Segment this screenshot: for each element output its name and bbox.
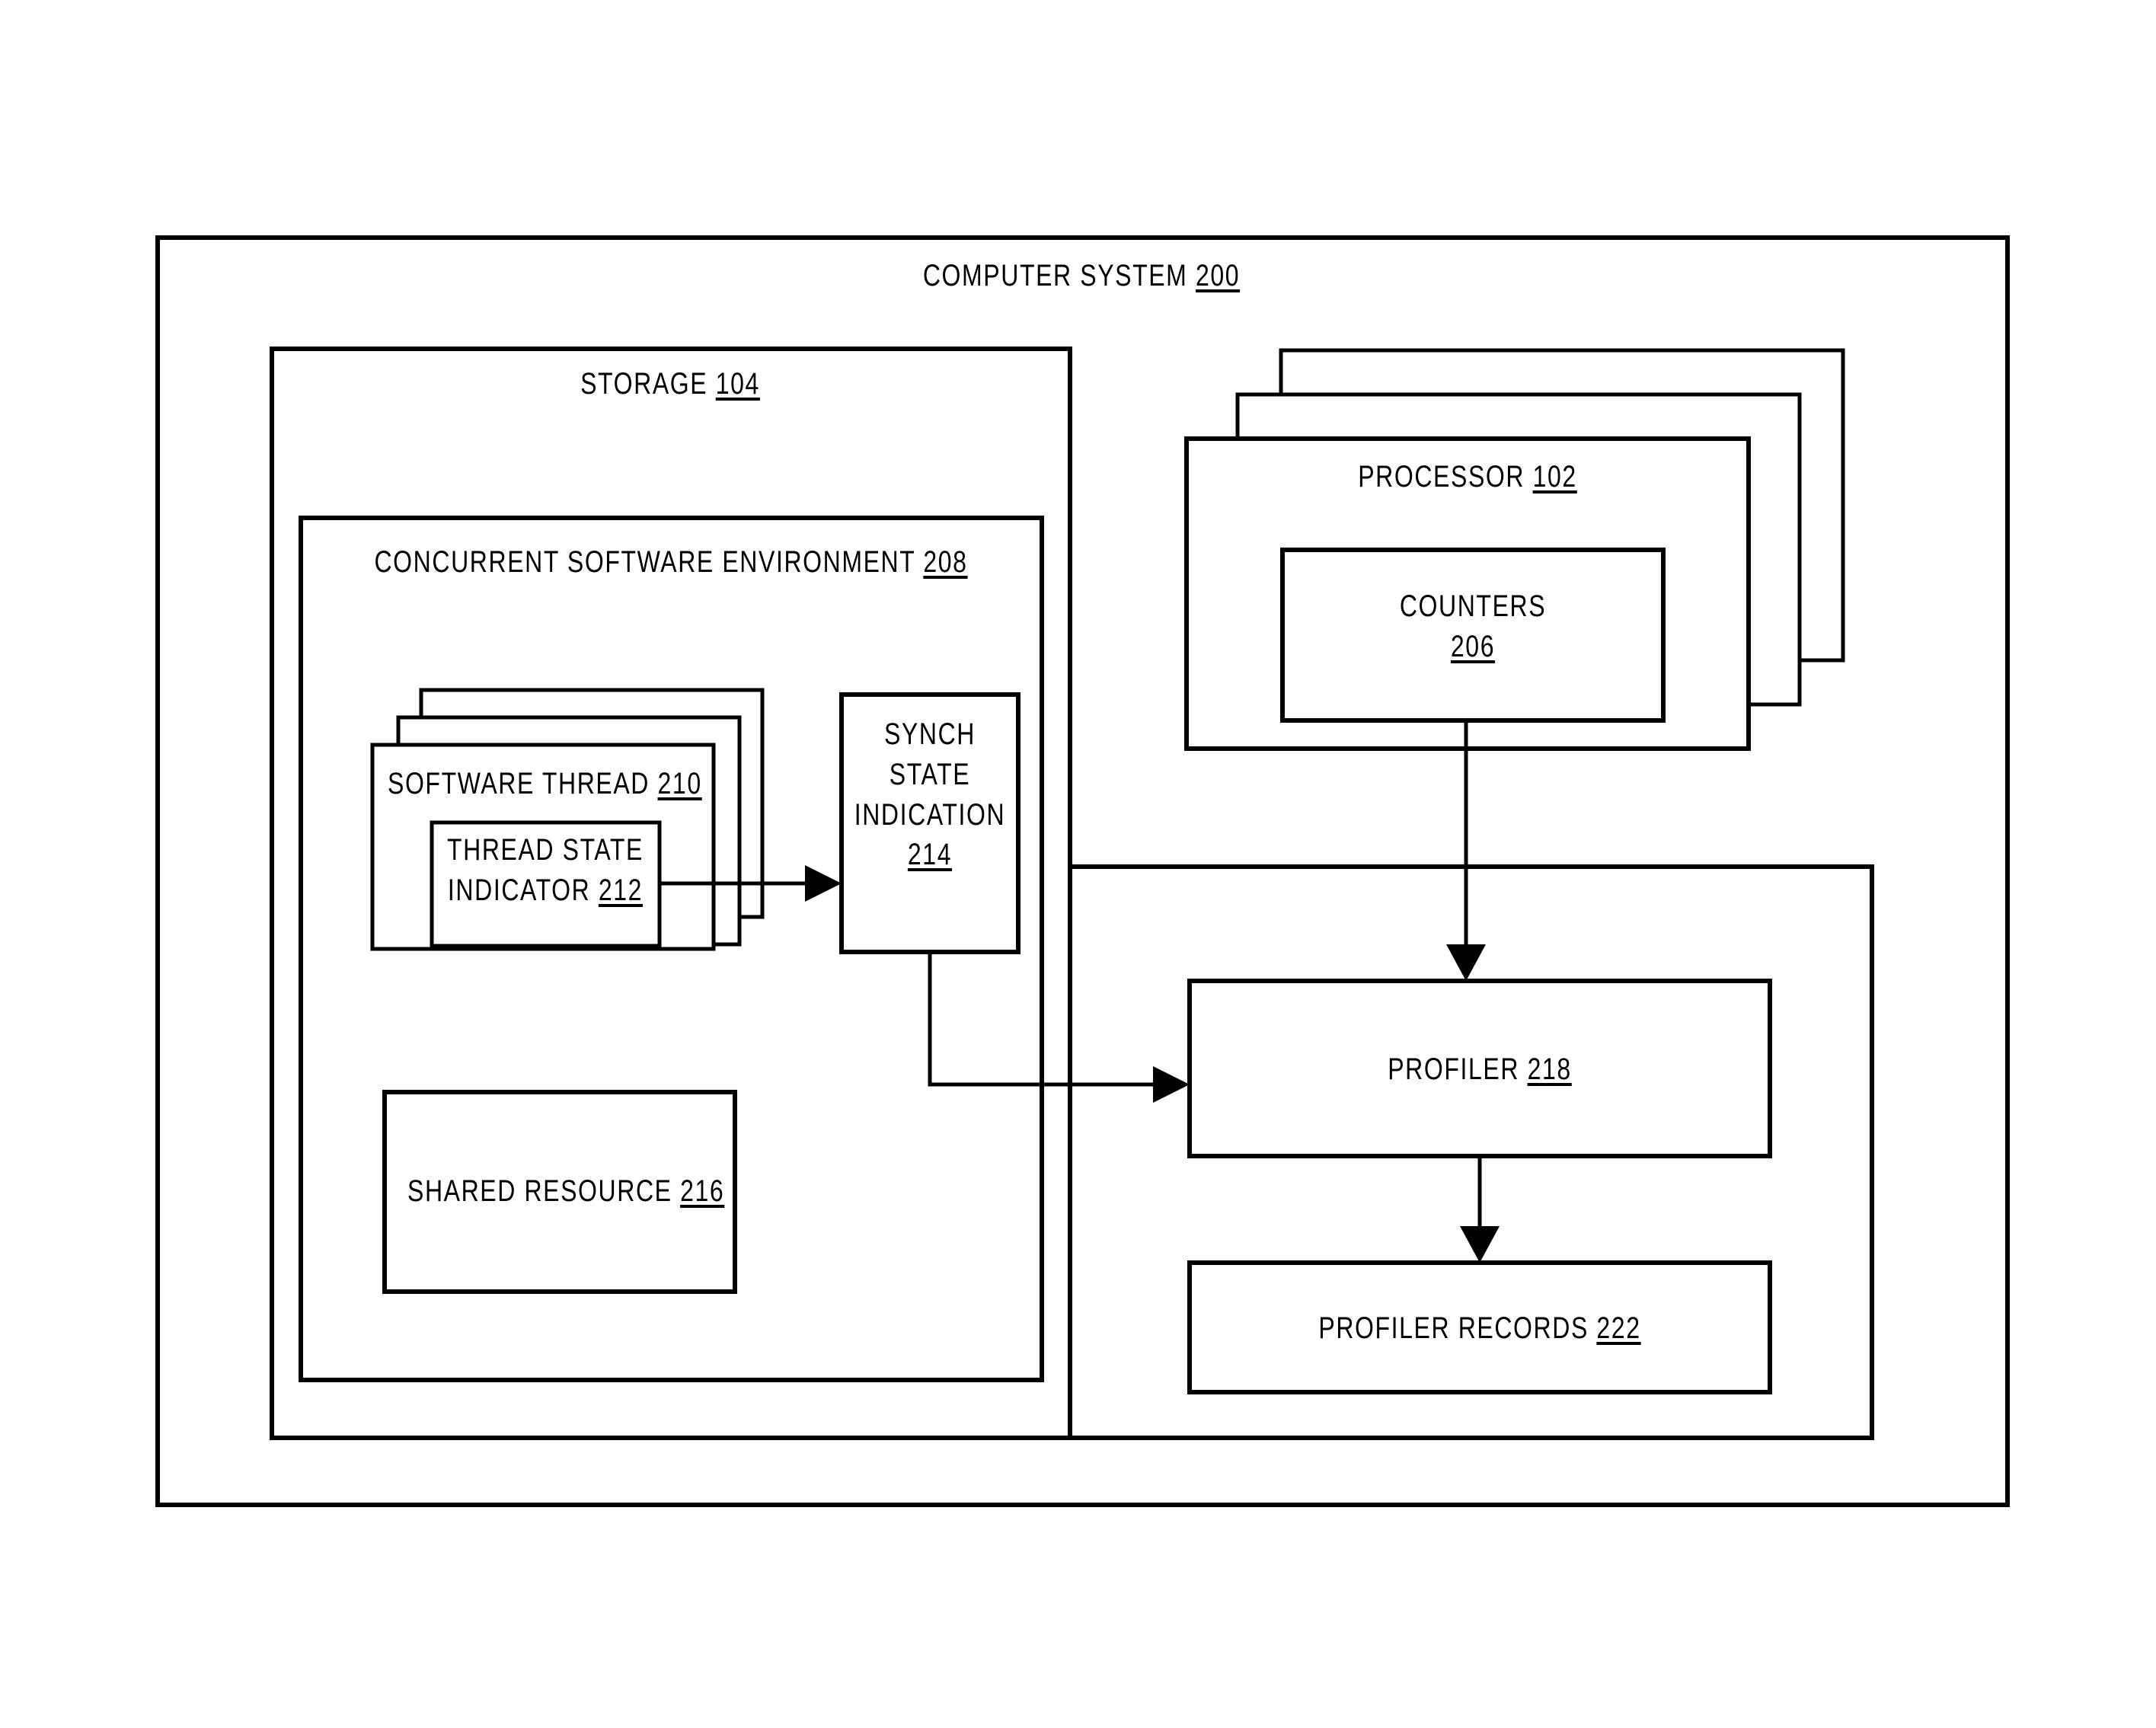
storage-label: STORAGE 104 <box>580 367 760 401</box>
counters-label: COUNTERS 206 <box>1399 589 1547 663</box>
thread-state-indicator-label: THREAD STATE INDICATOR 212 <box>446 833 644 907</box>
concurrent-software-environment-label: CONCURRENT SOFTWARE ENVIRONMENT 208 <box>374 545 968 579</box>
synch-state-indication-label: SYNCH STATE INDICATION 214 <box>854 717 1006 872</box>
profiler-records-label: PROFILER RECORDS 222 <box>1318 1311 1641 1345</box>
processor-label: PROCESSOR 102 <box>1358 460 1577 493</box>
computer-system-label: COMPUTER SYSTEM 200 <box>922 259 1241 292</box>
profiler-label: PROFILER 218 <box>1388 1052 1572 1086</box>
patent-figure: COMPUTER SYSTEM 200 STORAGE 104 CONCURRE… <box>0 0 2156 1728</box>
software-thread-label: SOFTWARE THREAD 210 <box>388 767 702 800</box>
shared-resource-label: SHARED RESOURCE 216 <box>407 1174 725 1208</box>
